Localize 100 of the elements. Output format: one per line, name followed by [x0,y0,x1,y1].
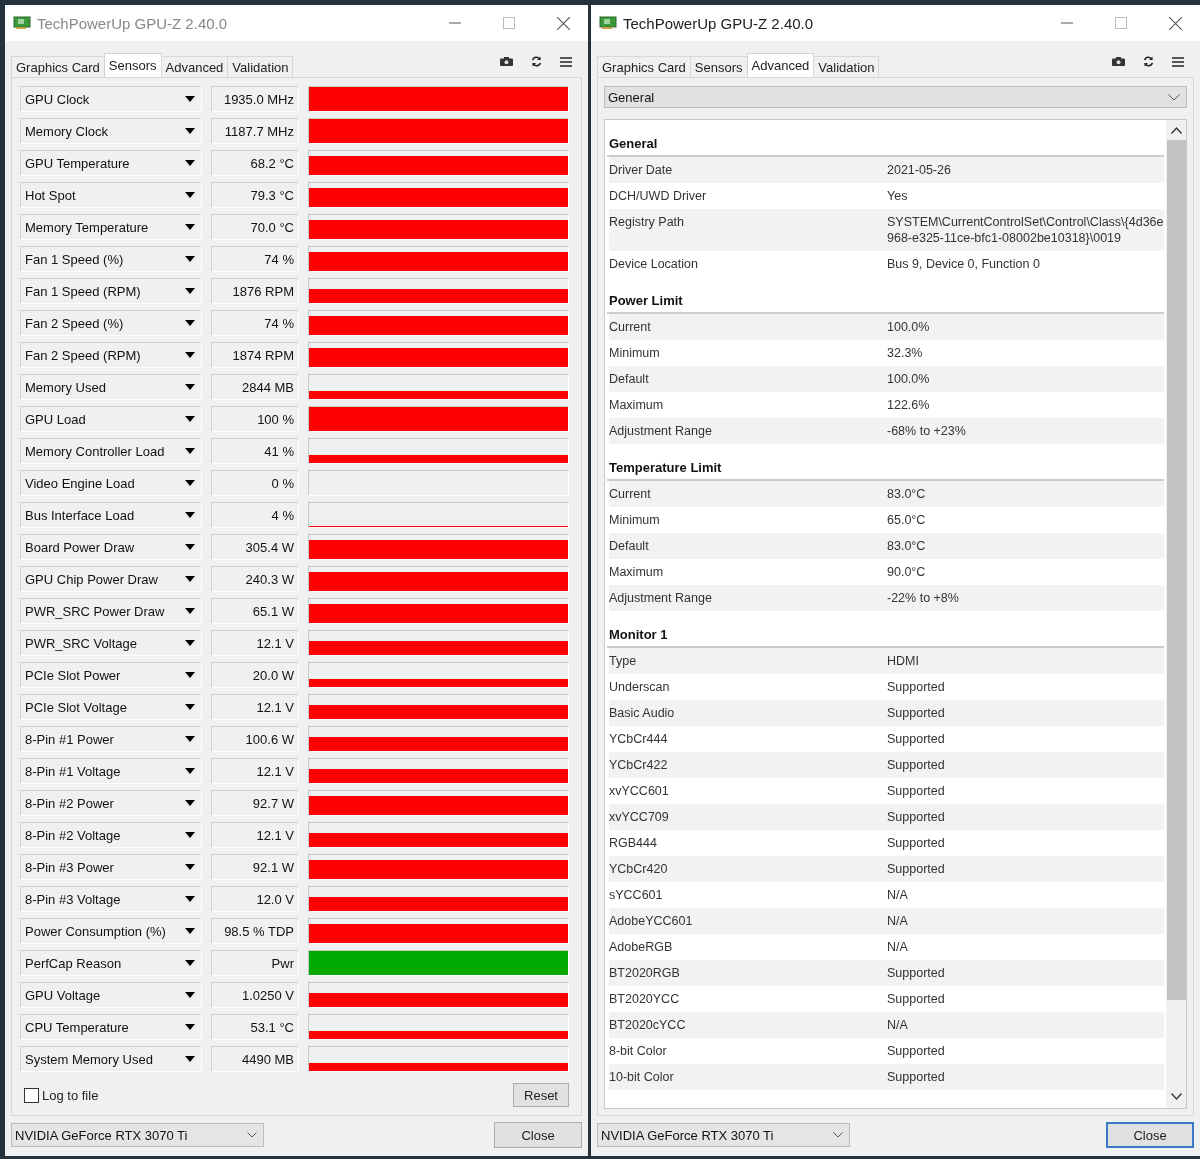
sensor-dropdown[interactable]: Power Consumption (%) [20,918,202,944]
dropdown-triangle-icon[interactable] [185,832,195,838]
sensor-dropdown[interactable]: PCIe Slot Power [20,662,202,688]
sensor-dropdown[interactable]: GPU Chip Power Draw [20,566,202,592]
dropdown-triangle-icon[interactable] [185,448,195,454]
close-icon[interactable] [557,16,570,30]
dropdown-triangle-icon[interactable] [185,768,195,774]
sensor-dropdown[interactable]: System Memory Used [20,1046,202,1072]
dropdown-triangle-icon[interactable] [185,640,195,646]
dropdown-triangle-icon[interactable] [185,160,195,166]
dropdown-triangle-icon[interactable] [185,288,195,294]
dropdown-triangle-icon[interactable] [185,416,195,422]
scroll-down-icon[interactable] [1170,1093,1182,1100]
dropdown-triangle-icon[interactable] [185,1024,195,1030]
sensor-dropdown[interactable]: Hot Spot [20,182,202,208]
tab[interactable]: Sensors [103,53,162,77]
dropdown-triangle-icon[interactable] [185,896,195,902]
sensor-dropdown[interactable]: CPU Temperature [20,1014,202,1040]
sensor-dropdown[interactable]: GPU Voltage [20,982,202,1008]
sensor-dropdown[interactable]: Memory Controller Load [20,438,202,464]
reset-button[interactable]: Reset [513,1083,569,1107]
property-name: xvYCC709 [609,809,670,825]
dropdown-triangle-icon[interactable] [185,576,195,582]
dropdown-triangle-icon[interactable] [185,864,195,870]
tab[interactable]: Graphics Card [597,56,691,77]
sensor-dropdown[interactable]: 8-Pin #1 Power [20,726,202,752]
dropdown-triangle-icon[interactable] [185,480,195,486]
sensor-dropdown[interactable]: Fan 2 Speed (%) [20,310,202,336]
sensor-dropdown[interactable]: PerfCap Reason [20,950,202,976]
sensor-dropdown[interactable]: Bus Interface Load [20,502,202,528]
sensor-dropdown[interactable]: 8-Pin #3 Power [20,854,202,880]
menu-icon[interactable] [560,56,572,67]
refresh-icon[interactable] [531,56,542,67]
dropdown-triangle-icon[interactable] [185,544,195,550]
sensor-dropdown[interactable]: Memory Used [20,374,202,400]
sensor-value: 65.1 W [211,598,299,624]
device-dropdown[interactable]: NVIDIA GeForce RTX 3070 Ti [11,1123,264,1147]
dropdown-triangle-icon[interactable] [185,960,195,966]
sensor-dropdown[interactable]: Fan 1 Speed (RPM) [20,278,202,304]
property-name: Driver Date [609,162,674,178]
chevron-down-icon[interactable] [833,1132,843,1138]
sensor-dropdown[interactable]: 8-Pin #1 Voltage [20,758,202,784]
property-name: Underscan [609,679,671,695]
property-name: Registry Path [609,214,686,231]
camera-icon[interactable] [1112,57,1125,66]
sensor-value: 12.1 V [211,694,299,720]
tab[interactable]: Graphics Card [11,56,105,77]
dropdown-triangle-icon[interactable] [185,608,195,614]
dropdown-triangle-icon[interactable] [185,928,195,934]
close-icon[interactable] [1169,16,1182,30]
sensor-dropdown[interactable]: GPU Load [20,406,202,432]
sensor-dropdown[interactable]: 8-Pin #2 Power [20,790,202,816]
tab[interactable]: Advanced [746,53,815,77]
sensor-dropdown[interactable]: GPU Clock [20,86,202,112]
chevron-down-icon[interactable] [247,1132,257,1138]
sensor-dropdown[interactable]: Fan 2 Speed (RPM) [20,342,202,368]
dropdown-triangle-icon[interactable] [185,736,195,742]
device-dropdown[interactable]: NVIDIA GeForce RTX 3070 Ti [597,1123,850,1147]
dropdown-triangle-icon[interactable] [185,384,195,390]
sensor-dropdown[interactable]: Video Engine Load [20,470,202,496]
tab[interactable]: Advanced [160,56,229,77]
sensor-dropdown[interactable]: Fan 1 Speed (%) [20,246,202,272]
camera-icon[interactable] [500,57,513,66]
dropdown-triangle-icon[interactable] [185,224,195,230]
sensor-value: 1.0250 V [211,982,299,1008]
category-dropdown[interactable]: General [604,86,1187,108]
dropdown-triangle-icon[interactable] [185,128,195,134]
refresh-icon[interactable] [1143,56,1154,67]
scroll-up-icon[interactable] [1170,127,1182,134]
close-button[interactable]: Close [1106,1122,1194,1148]
sensor-dropdown[interactable]: PWR_SRC Power Draw [20,598,202,624]
sensor-value: Pwr [211,950,299,976]
dropdown-triangle-icon[interactable] [185,704,195,710]
dropdown-triangle-icon[interactable] [185,256,195,262]
sensor-dropdown[interactable]: 8-Pin #2 Voltage [20,822,202,848]
dropdown-triangle-icon[interactable] [185,1056,195,1062]
property-name: Minimum [609,512,661,528]
chevron-down-icon[interactable] [1168,93,1180,101]
sensor-dropdown[interactable]: 8-Pin #3 Voltage [20,886,202,912]
property-name: BT2020RGB [609,965,681,981]
tab[interactable]: Validation [227,56,294,77]
checkbox[interactable] [24,1087,39,1103]
dropdown-triangle-icon[interactable] [185,352,195,358]
dropdown-triangle-icon[interactable] [185,800,195,806]
sensor-dropdown[interactable]: PWR_SRC Voltage [20,630,202,656]
dropdown-triangle-icon[interactable] [185,672,195,678]
dropdown-triangle-icon[interactable] [185,96,195,102]
dropdown-triangle-icon[interactable] [185,512,195,518]
tab[interactable]: Validation [813,56,880,77]
sensor-dropdown[interactable]: PCIe Slot Voltage [20,694,202,720]
property-value: 65.0°C [887,512,927,528]
close-button[interactable]: Close [494,1122,582,1148]
dropdown-triangle-icon[interactable] [185,992,195,998]
dropdown-triangle-icon[interactable] [185,320,195,326]
sensor-dropdown[interactable]: Memory Temperature [20,214,202,240]
sensor-dropdown[interactable]: Board Power Draw [20,534,202,560]
dropdown-triangle-icon[interactable] [185,192,195,198]
sensor-dropdown[interactable]: Memory Clock [20,118,202,144]
menu-icon[interactable] [1172,56,1184,67]
sensor-dropdown[interactable]: GPU Temperature [20,150,202,176]
